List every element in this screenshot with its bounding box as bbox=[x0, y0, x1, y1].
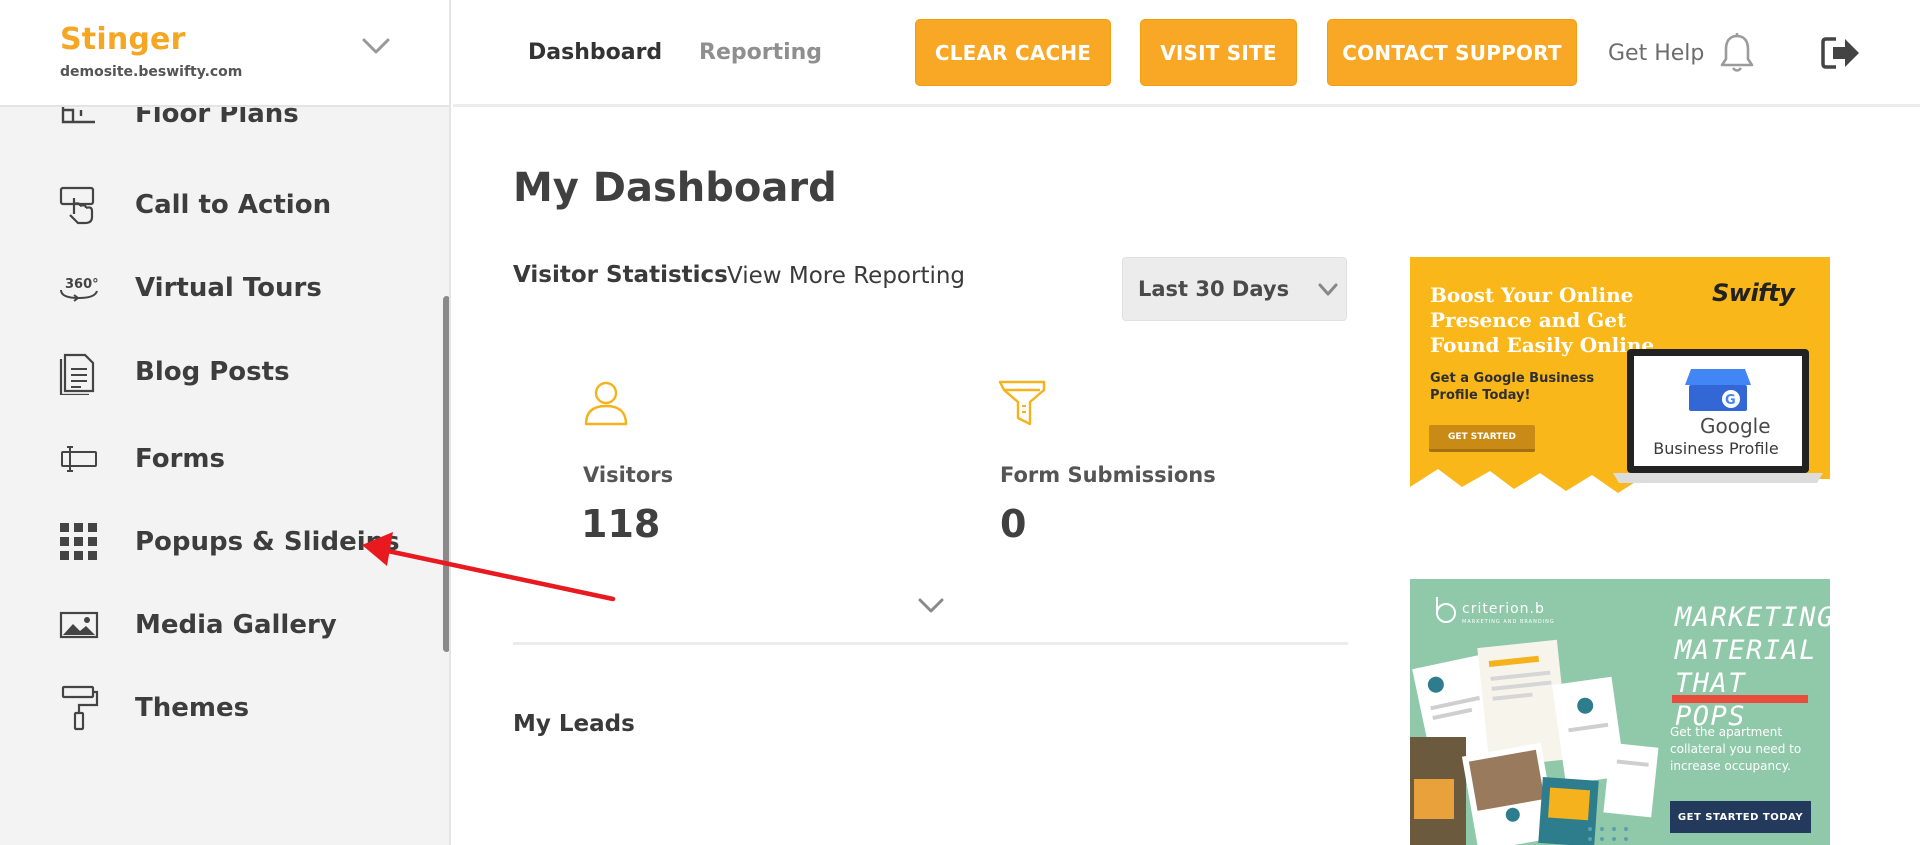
criterion-marketing-ad[interactable]: criterion.b MARKETING AND BRANDING MARKE… bbox=[1410, 579, 1830, 845]
svg-text:G: G bbox=[1725, 393, 1736, 408]
bell-icon[interactable] bbox=[1718, 32, 1756, 74]
brand-header[interactable]: Stinger demosite.beswifty.com bbox=[0, 0, 449, 107]
document-icon bbox=[58, 351, 100, 395]
grid-icon bbox=[58, 521, 100, 563]
sidebar-item-media-gallery[interactable]: Media Gallery bbox=[0, 595, 440, 655]
ad-body: Get the apartment collateral you need to… bbox=[1670, 725, 1802, 773]
sidebar-item-blog-posts[interactable]: Blog Posts bbox=[0, 342, 440, 402]
chevron-down-icon[interactable] bbox=[917, 597, 945, 615]
image-icon bbox=[58, 604, 100, 646]
visitor-statistics-heading: Visitor Statistics bbox=[513, 262, 728, 288]
criterion-logo: criterion.b bbox=[1462, 601, 1545, 617]
360-tour-icon: 360° bbox=[58, 267, 100, 309]
divider bbox=[513, 642, 1348, 645]
sidebar-item-label: Virtual Tours bbox=[135, 273, 322, 303]
criterion-tagline: MARKETING AND BRANDING bbox=[1462, 619, 1555, 625]
contact-support-button[interactable]: CONTACT SUPPORT bbox=[1327, 19, 1577, 86]
svg-text:360°: 360° bbox=[65, 277, 99, 292]
sidebar-item-popups-slideins[interactable]: Popups & Slideins bbox=[0, 512, 440, 572]
get-help-link[interactable]: Get Help bbox=[1608, 41, 1704, 66]
google-business-profile-ad[interactable]: Boost Your Online Presence and Get Found… bbox=[1410, 257, 1830, 517]
form-field-icon bbox=[58, 438, 100, 480]
swifty-logo: Swifty bbox=[1712, 279, 1795, 307]
clear-cache-button[interactable]: CLEAR CACHE bbox=[915, 19, 1111, 86]
sidebar-item-label: Popups & Slideins bbox=[135, 527, 400, 557]
sidebar-item-label: Media Gallery bbox=[135, 610, 337, 640]
tab-dashboard[interactable]: Dashboard bbox=[528, 40, 662, 65]
business-profile-label: Business Profile bbox=[1653, 439, 1779, 458]
sidebar-item-themes[interactable]: Themes bbox=[0, 678, 440, 738]
top-bar: Dashboard Reporting CLEAR CACHE VISIT SI… bbox=[453, 0, 1920, 107]
stat-label: Visitors bbox=[583, 463, 674, 487]
criterion-logo-icon bbox=[1436, 597, 1456, 623]
get-started-today-button[interactable]: GET STARTED TODAY bbox=[1670, 801, 1811, 833]
brochure-collage-illustration bbox=[1410, 639, 1659, 845]
brand-domain: demosite.beswifty.com bbox=[60, 64, 243, 80]
sidebar-item-forms[interactable]: Forms bbox=[0, 429, 440, 489]
sidebar-scrollbar[interactable] bbox=[443, 296, 449, 652]
tab-reporting[interactable]: Reporting bbox=[699, 40, 822, 65]
view-more-reporting-link[interactable]: View More Reporting bbox=[727, 263, 965, 289]
ad-headline: Boost Your Online Presence and Get Found… bbox=[1430, 283, 1655, 357]
stat-label: Form Submissions bbox=[1000, 463, 1216, 487]
stat-value: 118 bbox=[581, 502, 661, 546]
sidebar: Floor Plans Call to Action 360° Virtual … bbox=[0, 0, 451, 845]
date-range-value: Last 30 Days bbox=[1138, 277, 1290, 301]
logout-icon[interactable] bbox=[1820, 34, 1862, 72]
chevron-down-icon[interactable] bbox=[360, 34, 392, 58]
pointer-hand-icon bbox=[58, 184, 100, 226]
sidebar-item-label: Forms bbox=[135, 444, 225, 474]
google-wordmark: Google bbox=[1700, 414, 1771, 438]
sidebar-item-label: Call to Action bbox=[135, 190, 332, 220]
paint-roller-icon bbox=[58, 685, 100, 731]
visit-site-button[interactable]: VISIT SITE bbox=[1140, 19, 1297, 86]
chevron-down-icon bbox=[1318, 283, 1338, 296]
sidebar-item-virtual-tours[interactable]: 360° Virtual Tours bbox=[0, 258, 440, 318]
ad-subtext: Get a Google Business Profile Today! bbox=[1430, 371, 1595, 403]
date-range-select[interactable]: Last 30 Days bbox=[1122, 257, 1347, 321]
sidebar-item-label: Blog Posts bbox=[135, 357, 290, 387]
sidebar-item-call-to-action[interactable]: Call to Action bbox=[0, 175, 440, 235]
sidebar-item-label: Themes bbox=[135, 693, 250, 723]
user-icon bbox=[584, 381, 628, 426]
get-started-button[interactable]: GET STARTED bbox=[1429, 425, 1535, 452]
ad-headline: MARKETING MATERIAL THAT POPS bbox=[1675, 602, 1830, 732]
stat-value: 0 bbox=[1000, 502, 1027, 546]
page-title: My Dashboard bbox=[513, 165, 837, 211]
funnel-icon bbox=[998, 380, 1046, 426]
my-leads-heading: My Leads bbox=[513, 711, 635, 737]
brand-name: Stinger bbox=[60, 22, 186, 57]
